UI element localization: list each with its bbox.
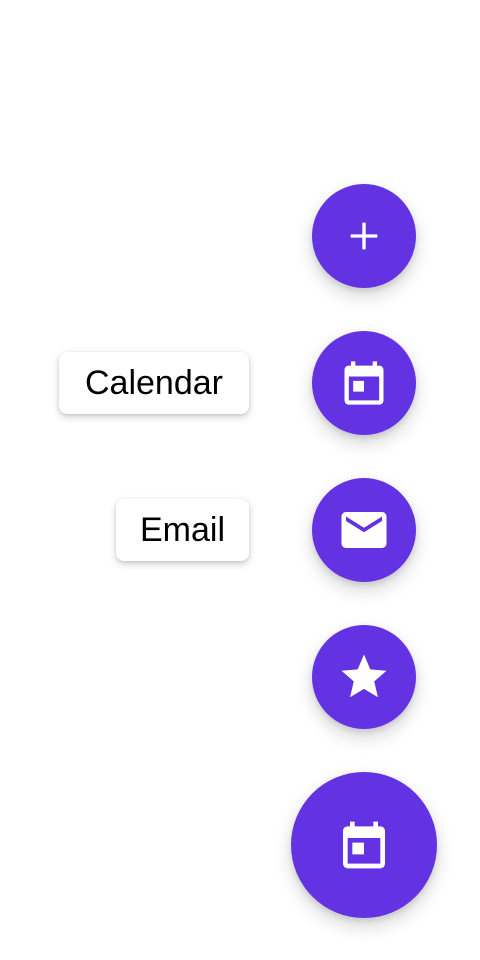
speed-dial-container: Calendar Email [0,0,480,960]
calendar-action-button[interactable] [312,331,416,435]
star-icon [337,650,391,704]
add-action-button[interactable] [312,184,416,288]
email-action-label[interactable]: Email [116,499,249,561]
mail-icon [337,503,391,557]
plus-icon [344,216,384,256]
calendar-icon [336,817,392,873]
speed-dial-main-button[interactable] [291,772,437,918]
calendar-icon [338,357,390,409]
calendar-action-label[interactable]: Calendar [59,352,249,414]
favorite-action-button[interactable] [312,625,416,729]
email-action-button[interactable] [312,478,416,582]
